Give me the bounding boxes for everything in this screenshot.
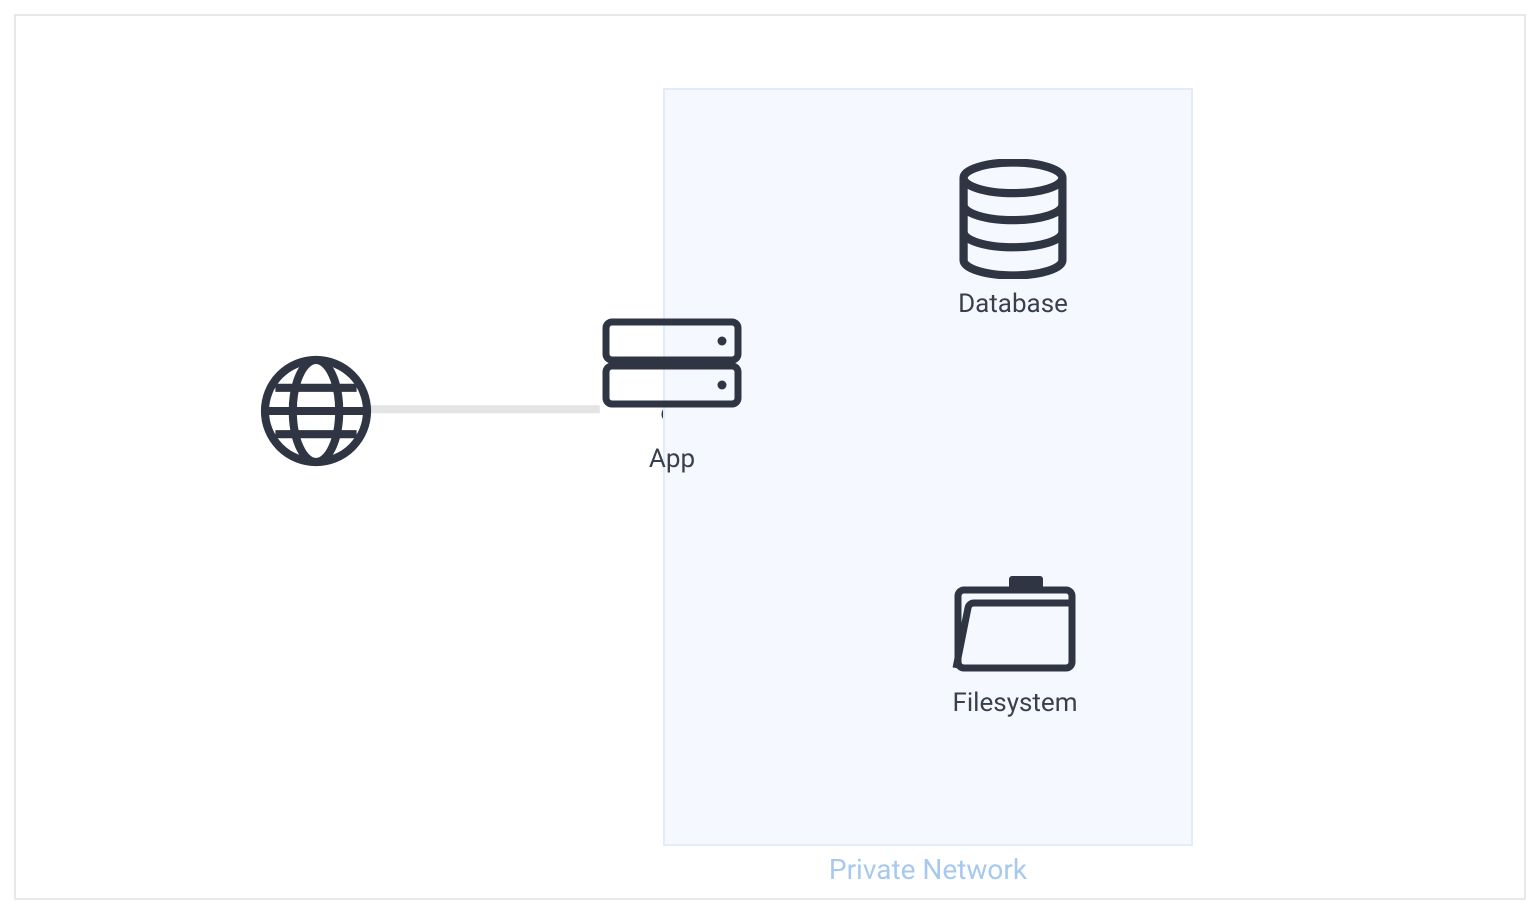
- internet-node: [258, 353, 374, 479]
- folder-icon: [950, 570, 1080, 678]
- filesystem-node: Filesystem: [950, 570, 1080, 718]
- database-icon: [954, 159, 1072, 279]
- app-label: App: [649, 444, 695, 474]
- app-node: App: [600, 316, 744, 474]
- database-node: Database: [954, 159, 1072, 319]
- diagram-frame: Private Network App: [14, 14, 1526, 900]
- globe-icon: [258, 353, 374, 469]
- database-label: Database: [958, 289, 1068, 319]
- filesystem-label: Filesystem: [952, 688, 1077, 718]
- server-icon: [600, 316, 744, 416]
- private-network-label: Private Network: [829, 853, 1027, 886]
